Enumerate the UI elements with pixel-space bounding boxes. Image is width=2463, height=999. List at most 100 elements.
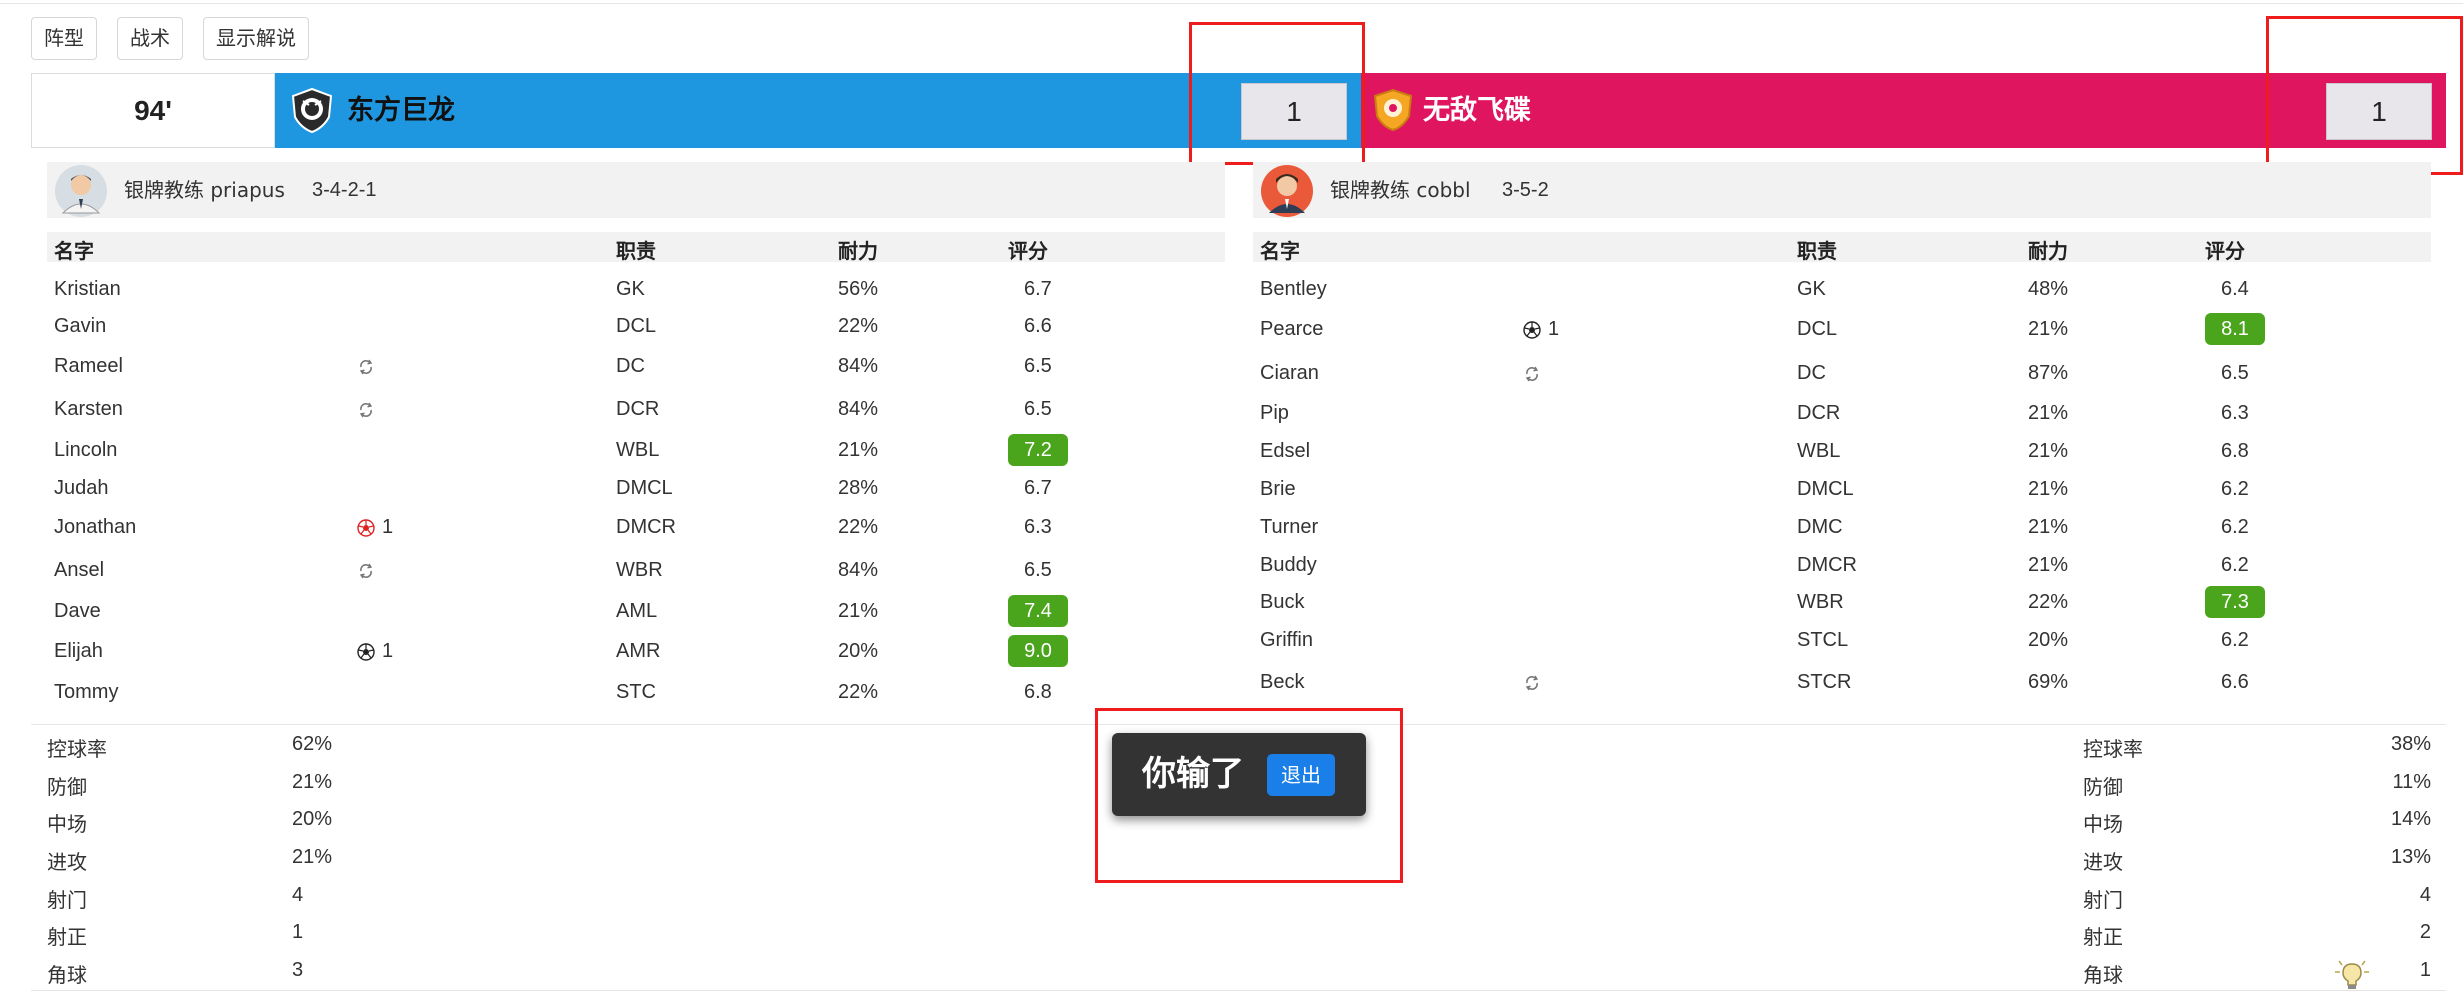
player-rating: 6.5 xyxy=(2221,362,2249,384)
player-stamina: 21% xyxy=(838,600,879,622)
rating-badge: 8.1 xyxy=(2205,313,2265,345)
red-ball-icon xyxy=(357,519,375,537)
ufo-shield-icon xyxy=(1373,88,1413,132)
stat-label: 射门 xyxy=(47,888,87,912)
player-row[interactable]: Pearce 1 DCL 21% 8.1 xyxy=(1253,312,2431,348)
player-stamina: 21% xyxy=(2028,318,2069,340)
bottom-divider xyxy=(31,990,2446,991)
player-rating: 6.6 xyxy=(2221,671,2249,693)
stat-row: 射正 2 xyxy=(2083,921,2431,951)
player-rating: 6.8 xyxy=(2221,440,2249,462)
player-rating: 6.8 xyxy=(1024,681,1052,703)
player-row[interactable]: Buck WBR 22% 7.3 xyxy=(1253,585,2431,621)
player-rating: 6.4 xyxy=(2221,278,2249,300)
player-role: DMCL xyxy=(616,477,673,499)
away-coach-name: 银牌教练 cobbl xyxy=(1330,178,1471,202)
player-name: Gavin xyxy=(54,315,107,337)
player-row[interactable]: Jonathan 1 DMCR 22% 6.3 xyxy=(47,510,1225,546)
player-name: Brie xyxy=(1260,478,1296,500)
tab-formation[interactable]: 阵型 xyxy=(31,17,97,60)
stat-label: 进攻 xyxy=(2083,850,2123,874)
player-role: DMCR xyxy=(1797,554,1857,576)
player-name: Buddy xyxy=(1260,554,1317,576)
player-row[interactable]: Dave AML 21% 7.4 xyxy=(47,594,1225,630)
player-rating: 6.3 xyxy=(2221,402,2249,424)
player-row[interactable]: Brie DMCL 21% 6.2 xyxy=(1253,472,2431,508)
stat-row: 中场 20% xyxy=(47,808,367,838)
player-role: WBL xyxy=(1797,440,1841,462)
player-stamina: 21% xyxy=(838,439,879,461)
stat-value: 13% xyxy=(2390,846,2431,868)
stat-value: 62% xyxy=(292,733,333,755)
rating-badge: 7.3 xyxy=(2205,586,2265,618)
stat-label: 控球率 xyxy=(2083,737,2143,761)
coach-avatar xyxy=(55,165,107,217)
player-row[interactable]: Ciaran DC 87% 6.5 xyxy=(1253,356,2431,392)
stat-row: 控球率 62% xyxy=(47,733,367,763)
player-name: Tommy xyxy=(54,681,119,703)
player-role: AMR xyxy=(616,640,661,662)
stat-row: 中场 14% xyxy=(2083,808,2431,838)
stat-row: 射正 1 xyxy=(47,921,367,951)
away-column-header: 名字 职责 耐力 评分 xyxy=(1253,232,2431,263)
stat-label: 射正 xyxy=(47,925,87,949)
player-role: AML xyxy=(616,600,658,622)
player-role: DCR xyxy=(616,398,660,420)
player-stamina: 20% xyxy=(838,640,879,662)
player-name: Pip xyxy=(1260,402,1289,424)
top-divider xyxy=(0,3,2463,4)
stat-label: 射正 xyxy=(2083,925,2123,949)
player-row[interactable]: Judah DMCL 28% 6.7 xyxy=(47,471,1225,507)
stat-label: 角球 xyxy=(2083,963,2123,987)
event-count: 1 xyxy=(382,516,394,538)
tab-tactics[interactable]: 战术 xyxy=(117,17,183,60)
substitution-icon xyxy=(359,563,373,579)
exit-button[interactable]: 退出 xyxy=(1267,754,1335,796)
player-row[interactable]: Buddy DMCR 21% 6.2 xyxy=(1253,548,2431,584)
player-row[interactable]: Rameel DC 84% 6.5 xyxy=(47,349,1225,385)
tab-commentary[interactable]: 显示解说 xyxy=(203,17,309,60)
player-row[interactable]: Lincoln WBL 21% 7.2 xyxy=(47,433,1225,469)
player-name: Edsel xyxy=(1260,440,1311,462)
player-row[interactable]: Pip DCR 21% 6.3 xyxy=(1253,396,2431,432)
stat-row: 进攻 13% xyxy=(2083,846,2431,876)
player-name: Elijah xyxy=(54,640,103,662)
player-row[interactable]: Tommy STC 22% 6.8 xyxy=(47,675,1225,711)
player-stamina: 69% xyxy=(2028,671,2069,693)
player-row[interactable]: Beck STCR 69% 6.6 xyxy=(1253,665,2431,701)
player-row[interactable]: Edsel WBL 21% 6.8 xyxy=(1253,434,2431,470)
stat-label: 射门 xyxy=(2083,888,2123,912)
player-row[interactable]: Ansel WBR 84% 6.5 xyxy=(47,553,1225,589)
stat-value: 4 xyxy=(292,884,304,906)
player-row[interactable]: Elijah 1 AMR 20% 9.0 xyxy=(47,634,1225,670)
col-role: 职责 xyxy=(1797,239,1837,263)
stat-row: 控球率 38% xyxy=(2083,733,2431,763)
stat-value: 21% xyxy=(292,846,333,868)
player-row[interactable]: Griffin STCL 20% 6.2 xyxy=(1253,623,2431,659)
player-name: Karsten xyxy=(54,398,123,420)
stat-value: 38% xyxy=(2390,733,2431,755)
player-stamina: 21% xyxy=(2028,402,2069,424)
col-role: 职责 xyxy=(616,239,656,263)
lightbulb-icon[interactable] xyxy=(2333,958,2371,990)
player-role: STCR xyxy=(1797,671,1852,693)
player-row[interactable]: Kristian GK 56% 6.7 xyxy=(47,272,1225,308)
player-rating: 6.5 xyxy=(1024,355,1052,377)
player-role: DC xyxy=(616,355,645,377)
player-row[interactable]: Turner DMC 21% 6.2 xyxy=(1253,510,2431,546)
stat-value: 20% xyxy=(292,808,333,830)
player-rating: 6.2 xyxy=(2221,516,2249,538)
player-role: STCL xyxy=(1797,629,1849,651)
player-role: DCL xyxy=(616,315,657,337)
player-rating: 6.7 xyxy=(1024,477,1052,499)
player-rating: 6.5 xyxy=(1024,559,1052,581)
stat-row: 射门 4 xyxy=(2083,884,2431,914)
home-lineup-panel: 银牌教练 priapus 3-4-2-1 名字 职责 耐力 评分 Kristia… xyxy=(47,162,1225,722)
player-name: Turner xyxy=(1260,516,1319,538)
player-row[interactable]: Karsten DCR 84% 6.5 xyxy=(47,392,1225,428)
player-row[interactable]: Bentley GK 48% 6.4 xyxy=(1253,272,2431,308)
player-row[interactable]: Gavin DCL 22% 6.6 xyxy=(47,309,1225,345)
home-team-name: 东方巨龙 xyxy=(347,95,455,126)
highlight-box-away-score xyxy=(2266,16,2463,175)
player-rating: 6.3 xyxy=(1024,516,1052,538)
